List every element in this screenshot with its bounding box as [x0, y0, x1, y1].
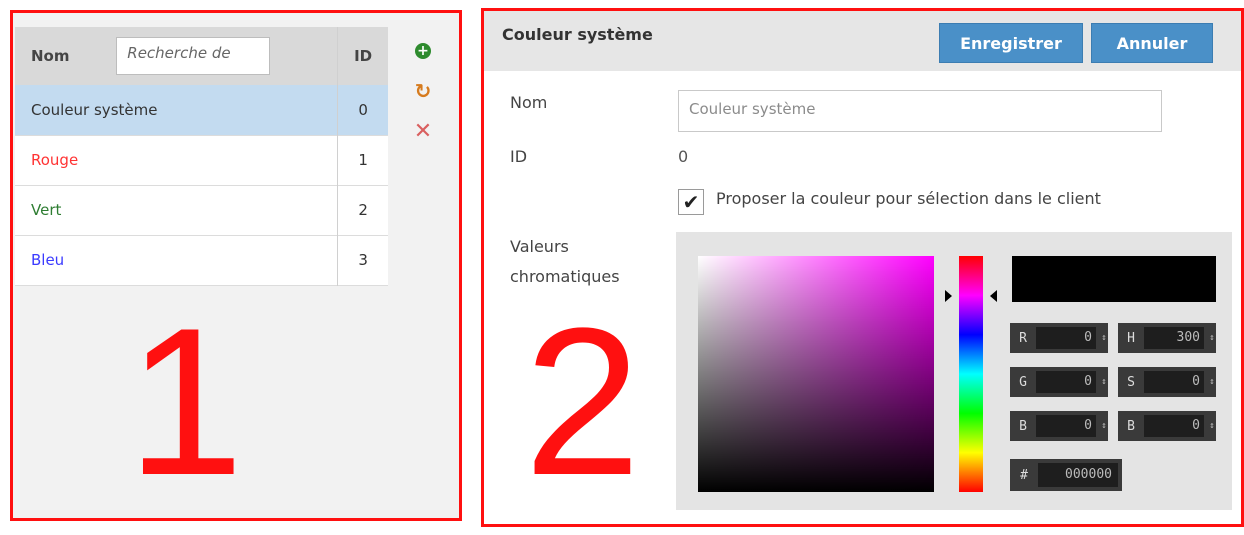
row-name: Rouge: [31, 151, 79, 169]
detail-header: Couleur système Enregistrer Annuler: [484, 11, 1241, 71]
hue-pointer-left-icon: [945, 290, 952, 302]
row-id: 0: [358, 100, 368, 119]
search-input[interactable]: Recherche de: [116, 37, 271, 75]
row-id: 3: [358, 251, 368, 269]
color-preview: [1012, 256, 1216, 302]
list-toolbar: + ↻ ✕: [411, 39, 441, 159]
table-row[interactable]: Vert 2: [15, 185, 388, 235]
table-header: Nom Recherche de ID: [15, 27, 388, 85]
table-row[interactable]: Couleur système 0: [15, 85, 388, 135]
hue-value[interactable]: 300: [1144, 327, 1204, 349]
name-field[interactable]: Couleur système: [678, 90, 1162, 132]
red-field[interactable]: R 0 ↕: [1010, 323, 1108, 353]
save-button[interactable]: Enregistrer: [939, 23, 1083, 63]
row-name: Couleur système: [31, 100, 158, 119]
hue-pointer-right-icon: [990, 290, 997, 302]
color-list-panel: Nom Recherche de ID Couleur système 0 Ro…: [10, 10, 462, 521]
row-name: Bleu: [31, 251, 65, 269]
id-value: 0: [678, 147, 689, 166]
annotation-number-2: 2: [524, 284, 641, 519]
row-id: 2: [358, 201, 368, 219]
color-picker: R 0 ↕ H 300 ↕ G 0 ↕ S 0 ↕ B 0 ↕ B 0 ↕ # …: [676, 232, 1232, 510]
name-label: Nom: [510, 93, 548, 112]
saturation-label: S: [1127, 374, 1135, 390]
green-label: G: [1019, 374, 1027, 390]
spinner-icon[interactable]: ↕: [1100, 333, 1108, 343]
table-row[interactable]: Bleu 3: [15, 235, 388, 285]
green-field[interactable]: G 0 ↕: [1010, 367, 1108, 397]
id-column-header[interactable]: ID: [354, 47, 372, 65]
add-icon: +: [415, 43, 431, 59]
spinner-icon[interactable]: ↕: [1208, 421, 1216, 431]
saturation-brightness-area[interactable]: [698, 256, 934, 492]
spinner-icon[interactable]: ↕: [1100, 421, 1108, 431]
hue-field[interactable]: H 300 ↕: [1118, 323, 1216, 353]
checkbox-label: Proposer la couleur pour sélection dans …: [716, 189, 1101, 208]
spinner-icon[interactable]: ↕: [1100, 377, 1108, 387]
cancel-button[interactable]: Annuler: [1091, 23, 1213, 63]
red-value[interactable]: 0: [1036, 327, 1096, 349]
row-name: Vert: [31, 201, 62, 219]
id-label: ID: [510, 147, 528, 166]
blue-value[interactable]: 0: [1036, 415, 1096, 437]
saturation-value[interactable]: 0: [1144, 371, 1204, 393]
client-selection-checkbox[interactable]: ✔: [678, 189, 704, 215]
table-row[interactable]: Rouge 1: [15, 135, 388, 185]
add-button[interactable]: +: [411, 39, 435, 63]
saturation-field[interactable]: S 0 ↕: [1118, 367, 1216, 397]
color-table: Nom Recherche de ID Couleur système 0 Ro…: [15, 27, 388, 286]
delete-button[interactable]: ✕: [411, 118, 435, 144]
hex-value[interactable]: 000000: [1038, 463, 1118, 487]
name-column-header[interactable]: Nom: [31, 47, 70, 65]
hex-field[interactable]: # 000000: [1010, 459, 1122, 491]
red-label: R: [1019, 330, 1027, 346]
hue-label: H: [1127, 330, 1135, 346]
green-value[interactable]: 0: [1036, 371, 1096, 393]
brightness-label: B: [1127, 418, 1135, 434]
hue-slider[interactable]: [959, 256, 983, 492]
blue-label: B: [1019, 418, 1027, 434]
refresh-icon: ↻: [414, 79, 432, 103]
annotation-number-1: 1: [127, 284, 244, 519]
spinner-icon[interactable]: ↕: [1208, 377, 1216, 387]
color-values-label-line1: Valeurs: [510, 237, 569, 256]
spinner-icon[interactable]: ↕: [1208, 333, 1216, 343]
hex-symbol: #: [1020, 467, 1028, 483]
blue-field[interactable]: B 0 ↕: [1010, 411, 1108, 441]
detail-title: Couleur système: [502, 25, 653, 44]
check-icon: ✔: [682, 190, 700, 214]
color-detail-panel: Couleur système Enregistrer Annuler Nom …: [481, 8, 1244, 527]
brightness-value[interactable]: 0: [1144, 415, 1204, 437]
brightness-field[interactable]: B 0 ↕: [1118, 411, 1216, 441]
delete-icon: ✕: [413, 118, 433, 144]
row-id: 1: [358, 151, 368, 169]
refresh-button[interactable]: ↻: [411, 79, 435, 103]
